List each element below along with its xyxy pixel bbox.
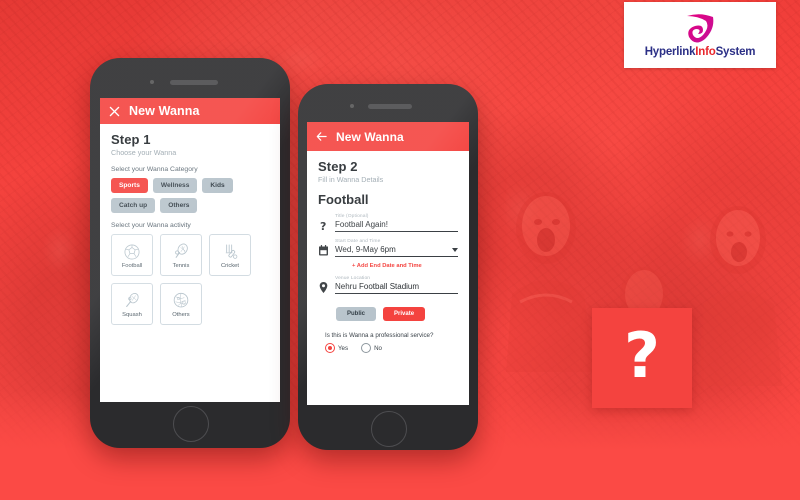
home-button[interactable] <box>371 411 407 447</box>
radio-circle-yes[interactable] <box>325 343 335 353</box>
field-title[interactable]: ? Title (Optional) Football Again! <box>318 214 458 232</box>
back-arrow-icon[interactable] <box>316 131 327 142</box>
radio-label-no: No <box>374 344 383 352</box>
step1-subtitle: Choose your Wanna <box>111 148 177 157</box>
front-camera-dot <box>350 104 354 108</box>
location-pin-icon <box>318 281 329 294</box>
home-button[interactable] <box>173 406 209 442</box>
phone2-body: Step 2 Fill in Wanna Details Football ? … <box>307 151 469 357</box>
phone2-appbar: New Wanna <box>307 122 469 151</box>
radio-option-yes[interactable]: Yes <box>325 343 348 353</box>
hyperlink-swirl-icon <box>687 13 714 43</box>
activity-tile-others[interactable]: Others <box>160 283 202 325</box>
activity-tile-cricket[interactable]: Cricket <box>209 234 251 276</box>
field-title-value[interactable]: Football Again! <box>335 220 458 229</box>
chevron-down-icon[interactable] <box>452 248 458 252</box>
others-collage-icon <box>173 292 189 307</box>
activity-tile-tennis[interactable]: Tennis <box>160 234 202 276</box>
field-start-datetime-value[interactable]: Wed, 9-May 6pm <box>335 245 458 254</box>
tennis-racket-icon <box>175 243 188 258</box>
step2-title: Step 2 <box>318 159 358 174</box>
category-chip-catch-up[interactable]: Catch up <box>111 198 156 213</box>
phone2-appbar-title: New Wanna <box>336 129 404 144</box>
question-mark-icon: ? <box>318 219 329 232</box>
professional-service-question: Is this is Wanna a professional service? <box>325 332 434 339</box>
professional-service-row: Is this is Wanna a professional service?… <box>318 332 458 357</box>
screenshot-stage: HyperlinkInfoSystem ? New Wanna Step 1 C… <box>0 0 800 500</box>
cricket-bat-icon <box>225 244 238 259</box>
radio-label-yes: Yes <box>338 344 349 352</box>
close-icon[interactable] <box>109 106 120 117</box>
activity-label-squash: Squash <box>122 311 142 318</box>
phone2-screen: New Wanna Step 2 Fill in Wanna Details F… <box>307 122 469 405</box>
logo-word-hyperlink: Hyperlink <box>644 45 696 58</box>
calendar-icon <box>318 244 329 257</box>
company-logo: HyperlinkInfoSystem <box>624 2 776 68</box>
activity-label-cricket: Cricket <box>220 262 240 269</box>
activity-label-tennis: Tennis <box>172 262 190 269</box>
privacy-chip-private[interactable]: Private <box>383 307 426 321</box>
field-start-datetime[interactable]: Start Date and Time Wed, 9-May 6pm <box>318 239 458 257</box>
phone1-screen: New Wanna Step 1 Choose your Wanna Selec… <box>100 98 280 402</box>
add-end-datetime-link[interactable]: + Add End Date and Time <box>352 263 458 269</box>
phone1-appbar-title: New Wanna <box>129 104 200 118</box>
activity-label-football: Football <box>121 262 143 269</box>
activity-section-label: Select your Wanna activity <box>111 222 191 229</box>
field-start-datetime-label: Start Date and Time <box>335 239 381 244</box>
activity-tile-grid: Football Tennis Cricket Squash Others <box>111 234 269 325</box>
field-venue-location-label: Venue Location <box>335 276 371 281</box>
field-venue-location-value[interactable]: Nehru Football Stadium <box>335 282 458 291</box>
phone-mockup-step1: New Wanna Step 1 Choose your Wanna Selec… <box>90 58 290 448</box>
soccer-ball-icon <box>124 244 140 259</box>
professional-service-radio-group: Yes No <box>325 343 433 353</box>
category-chip-group: Sports Wellness Kids Catch up Others <box>111 178 269 213</box>
field-title-label: Title (Optional) <box>335 214 369 219</box>
app-icon-tile: ? <box>592 308 692 408</box>
category-chip-kids[interactable]: Kids <box>202 178 233 193</box>
logo-word-system: System <box>715 45 756 58</box>
privacy-chip-public[interactable]: Public <box>336 307 377 321</box>
category-chip-wellness[interactable]: Wellness <box>152 178 198 193</box>
activity-tile-football[interactable]: Football <box>111 234 153 276</box>
activity-label-others: Others <box>172 311 190 318</box>
earpiece-speaker <box>368 103 412 109</box>
phone-mockup-step2: New Wanna Step 2 Fill in Wanna Details F… <box>298 84 478 450</box>
question-mark-glyph: ? <box>624 319 660 392</box>
phone1-body: Step 1 Choose your Wanna Select your Wan… <box>100 124 280 325</box>
earpiece-speaker <box>170 79 218 85</box>
front-camera-dot <box>150 80 154 84</box>
logo-word-info: Info <box>695 45 716 58</box>
selected-activity-title: Football <box>318 192 369 207</box>
radio-option-no[interactable]: No <box>361 343 382 353</box>
squash-racket-icon <box>126 292 139 307</box>
phone1-appbar: New Wanna <box>100 98 280 124</box>
logo-wordmark: HyperlinkInfoSystem <box>645 46 756 58</box>
step1-title: Step 1 <box>111 132 151 147</box>
category-section-label: Select your Wanna Category <box>111 166 198 173</box>
step2-subtitle: Fill in Wanna Details <box>318 175 384 184</box>
svg-text:?: ? <box>320 220 326 232</box>
activity-tile-squash[interactable]: Squash <box>111 283 153 325</box>
privacy-chip-group: Public Private <box>336 307 426 321</box>
privacy-row: Public Private <box>318 305 458 330</box>
field-venue-location[interactable]: Venue Location Nehru Football Stadium <box>318 276 458 294</box>
radio-circle-no[interactable] <box>361 343 372 353</box>
category-chip-sports[interactable]: Sports <box>111 178 148 193</box>
category-chip-others[interactable]: Others <box>160 198 198 213</box>
